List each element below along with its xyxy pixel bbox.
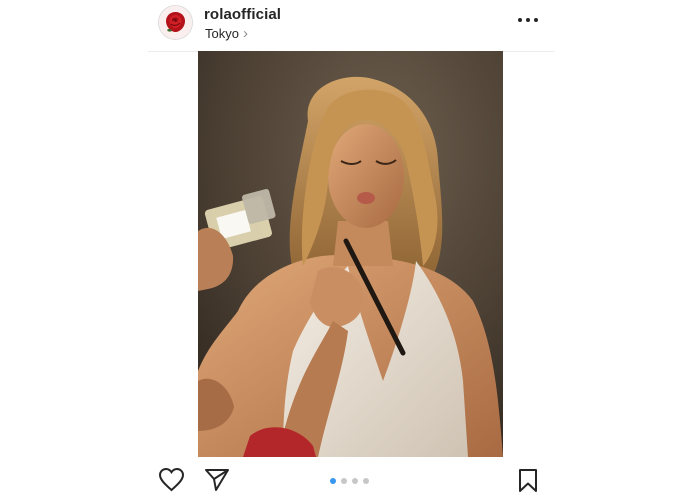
more-options-button[interactable]	[518, 12, 538, 28]
location-link[interactable]: Tokyo ›	[205, 26, 248, 41]
post-header: rolaofficial Tokyo ›	[148, 0, 554, 52]
profile-avatar[interactable]	[158, 5, 193, 40]
more-dot-icon	[526, 18, 530, 22]
portrait-photo-image	[198, 51, 503, 457]
media-pager	[330, 478, 369, 484]
username-link[interactable]: rolaofficial	[204, 6, 281, 23]
chevron-right-icon: ›	[242, 25, 248, 42]
post-photo[interactable]	[198, 51, 503, 457]
save-button[interactable]	[518, 468, 538, 498]
pager-dot	[363, 478, 369, 484]
like-button[interactable]	[158, 467, 185, 497]
more-dot-icon	[518, 18, 522, 22]
more-dot-icon	[534, 18, 538, 22]
share-button[interactable]	[204, 467, 230, 497]
rose-avatar-icon	[159, 6, 192, 39]
location-label: Tokyo	[205, 26, 239, 41]
bookmark-icon	[519, 469, 537, 492]
paper-plane-icon	[205, 469, 229, 491]
pager-dot	[341, 478, 347, 484]
heart-icon	[158, 467, 185, 492]
post-action-bar	[148, 462, 554, 500]
pager-dot-active	[330, 478, 336, 484]
instagram-post: rolaofficial Tokyo ›	[0, 0, 700, 500]
pager-dot	[352, 478, 358, 484]
